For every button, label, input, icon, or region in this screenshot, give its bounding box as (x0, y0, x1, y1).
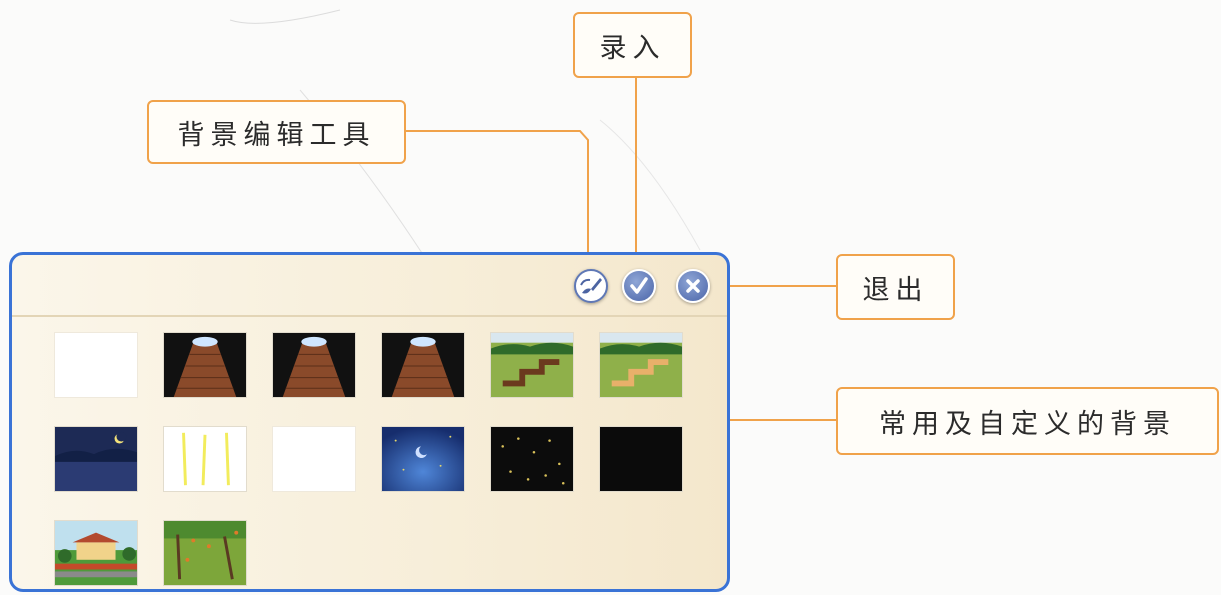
background-thumbnail-grass-path-dark[interactable] (490, 332, 574, 398)
background-thumbnail-brick-stage[interactable] (163, 332, 247, 398)
background-thumbnail-orchard[interactable] (163, 520, 247, 586)
background-thumbnail-blank[interactable] (272, 426, 356, 492)
background-thumbnail-black[interactable] (599, 426, 683, 492)
confirm-button[interactable] (622, 269, 656, 303)
background-thumbnail-night-moon-lake[interactable] (54, 426, 138, 492)
background-thumbnail-blue-night-sky[interactable] (381, 426, 465, 492)
background-thumbnail-brick-stage[interactable] (272, 332, 356, 398)
close-x-icon (686, 279, 700, 293)
background-thumbnail-house-garden[interactable] (54, 520, 138, 586)
background-thumbnail-grass-path-light[interactable] (599, 332, 683, 398)
background-thumbnail-blank[interactable] (54, 332, 138, 398)
background-thumbnail-yellow-lines[interactable] (163, 426, 247, 492)
panel-toolbar (12, 255, 727, 317)
checkmark-icon (630, 277, 648, 294)
background-editor-callout: 背景编辑工具 (147, 100, 406, 164)
close-button[interactable] (676, 269, 710, 303)
background-thumbnail-starry-black[interactable] (490, 426, 574, 492)
record-callout: 录入 (573, 12, 692, 78)
exit-callout: 退出 (836, 254, 955, 320)
backgrounds-callout: 常用及自定义的背景 (836, 387, 1219, 455)
edit-background-button[interactable] (574, 269, 608, 303)
paint-brush-icon (580, 278, 602, 294)
background-thumbnail-brick-stage[interactable] (381, 332, 465, 398)
background-picker-panel (9, 252, 730, 592)
